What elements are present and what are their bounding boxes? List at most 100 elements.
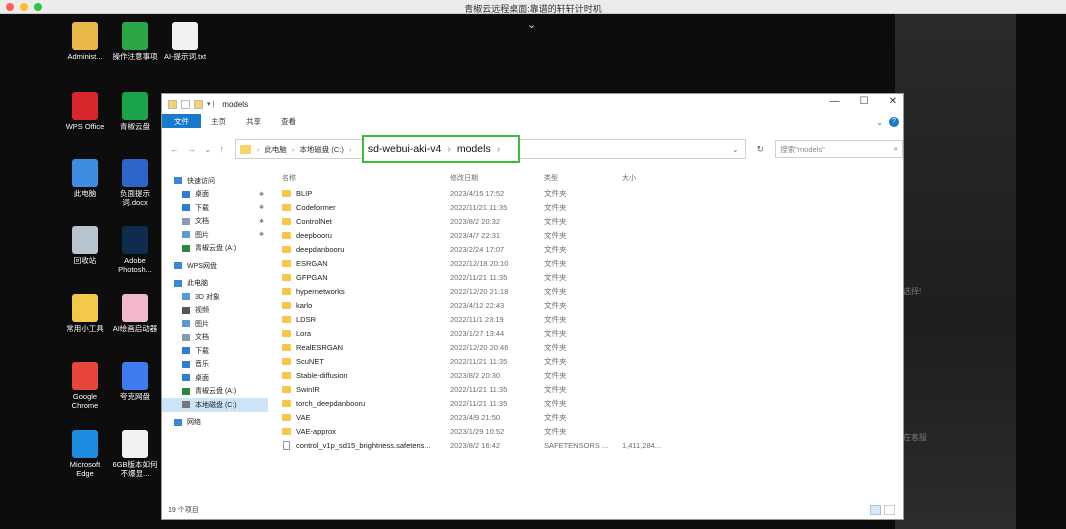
column-name-header[interactable]: 名称 — [278, 173, 450, 183]
table-row[interactable]: karlo 2023/4/12 22:43 文件夹 — [278, 298, 903, 312]
close-button[interactable]: ✕ — [889, 96, 897, 107]
table-row[interactable]: VAE-approx 2023/1/29 10:52 文件夹 — [278, 424, 903, 438]
desktop-icon-wps-office[interactable]: WPS Office — [60, 92, 110, 131]
nav-item[interactable]: 青椒云盘 (A:) — [162, 385, 268, 399]
breadcrumb-models[interactable]: models — [457, 143, 491, 155]
search-input[interactable]: 搜索"models" ⌕ — [775, 140, 903, 158]
table-row[interactable]: ControlNet 2023/8/2 20:32 文件夹 — [278, 214, 903, 228]
column-date-header[interactable]: 修改日期 — [450, 173, 544, 183]
desktop-icon-common-tools[interactable]: 常用小工具 — [60, 294, 110, 333]
new-folder-icon[interactable] — [194, 99, 203, 109]
desktop-icon-administrator[interactable]: Administ... — [60, 22, 110, 61]
table-row[interactable]: ESRGAN 2022/12/18 20:10 文件夹 — [278, 256, 903, 270]
ribbon-right-controls: ⌄ ? — [876, 117, 899, 127]
nav-item[interactable]: 下载 — [162, 344, 268, 358]
nav-item[interactable]: 青椒云盘 (A:) — [162, 242, 268, 256]
table-row[interactable]: BLIP 2023/4/15 17:52 文件夹 — [278, 186, 903, 200]
help-icon[interactable]: ? — [889, 117, 899, 127]
nav-item[interactable]: 3D 对象 — [162, 290, 268, 304]
nav-item[interactable]: 下载 ✱ — [162, 201, 268, 215]
file-name: BLIP — [296, 188, 313, 198]
desktop-icon-recycle-bin[interactable]: 回收站 — [60, 226, 110, 265]
column-size-header[interactable]: 大小 — [622, 173, 702, 183]
desktop-icon-neg-prompt-docx[interactable]: 负面提示词.docx — [110, 159, 160, 207]
table-row[interactable]: torch_deepdanbooru 2022/11/21 11:35 文件夹 — [278, 396, 903, 410]
customize-toolbar-icon[interactable]: ▾ | — [207, 100, 214, 108]
table-row[interactable]: Codeformer 2022/11/21 11:35 文件夹 — [278, 200, 903, 214]
file-date: 2023/1/29 10:52 — [450, 426, 505, 436]
breadcrumb-sd-webui[interactable]: sd-webui-aki-v4 — [368, 143, 442, 155]
nav-item[interactable]: 网络 — [162, 416, 268, 430]
file-name-cell: deepdanbooru — [278, 245, 450, 254]
details-view-icon[interactable] — [870, 505, 881, 515]
nav-icon — [182, 320, 190, 328]
nav-item[interactable]: 视频 — [162, 304, 268, 318]
chevron-down-icon[interactable]: ⌄ — [527, 18, 536, 31]
large-icons-view-icon[interactable] — [884, 505, 895, 515]
separator-chevron-icon[interactable]: › — [257, 145, 260, 154]
table-row[interactable]: SwinIR 2022/11/21 11:35 文件夹 — [278, 382, 903, 396]
nav-item[interactable]: 桌面 — [162, 371, 268, 385]
kuake-disk-icon — [122, 362, 148, 390]
pin-icon: ✱ — [258, 205, 264, 212]
table-row[interactable]: Stable-diffusion 2023/8/2 20:30 文件夹 — [278, 368, 903, 382]
table-row[interactable]: deepbooru 2023/4/7 22:31 文件夹 — [278, 228, 903, 242]
tab-view[interactable]: 查看 — [271, 114, 306, 128]
separator-chevron-icon[interactable]: › — [447, 143, 451, 155]
desktop-icon-6gb-doc[interactable]: 6GB版本如何不爆显... — [110, 430, 160, 478]
desktop-icon-google-chrome[interactable]: Google Chrome — [60, 362, 110, 410]
separator-chevron-icon[interactable]: › — [349, 145, 352, 154]
nav-item[interactable]: 图片 — [162, 317, 268, 331]
desktop-icon-notice-doc[interactable]: 操作注意事项 — [110, 22, 160, 61]
recent-chevron-icon[interactable]: ⌄ — [204, 144, 212, 155]
folder-icon — [282, 231, 291, 239]
tab-share[interactable]: 共享 — [236, 114, 271, 128]
table-row[interactable]: RealESRGAN 2022/12/20 20:46 文件夹 — [278, 340, 903, 354]
breadcrumb-this-pc[interactable]: 此电脑 — [264, 144, 287, 155]
table-row[interactable]: deepdanbooru 2023/2/24 17:07 文件夹 — [278, 242, 903, 256]
desktop-icon-prompt-txt[interactable]: AI-提示词.txt — [160, 22, 210, 61]
file-name-cell: SwinIR — [278, 385, 450, 394]
desktop-icon-ai-launcher[interactable]: AI绘画启动器 — [110, 294, 160, 333]
nav-item[interactable]: 图片 ✱ — [162, 228, 268, 242]
up-arrow-icon[interactable]: ↑ — [220, 144, 225, 155]
table-row[interactable]: LDSR 2022/11/1 23:19 文件夹 — [278, 312, 903, 326]
maximize-button[interactable]: ☐ — [860, 96, 869, 107]
refresh-icon[interactable]: ↻ — [752, 144, 770, 155]
breadcrumb-drive[interactable]: 本地磁盘 (C:) — [299, 144, 344, 155]
desktop-icon-qingjiao-disk[interactable]: 青椒云盘 — [110, 92, 160, 131]
separator-chevron-icon[interactable]: › — [292, 145, 295, 154]
expand-ribbon-icon[interactable]: ⌄ — [876, 118, 883, 127]
desktop-icon-microsoft-edge[interactable]: Microsoft Edge — [60, 430, 110, 478]
nav-item[interactable]: 快速访问 — [162, 174, 268, 188]
table-row[interactable]: VAE 2023/4/9 21:50 文件夹 — [278, 410, 903, 424]
table-row[interactable]: control_v1p_sd15_brightness.safetens... 2… — [278, 438, 903, 452]
forward-arrow-icon[interactable]: → — [187, 144, 196, 155]
table-row[interactable]: GFPGAN 2022/11/21 11:35 文件夹 — [278, 270, 903, 284]
desktop-icon-adobe-photoshop[interactable]: Adobe Photosh... — [110, 226, 160, 274]
table-row[interactable]: Lora 2023/1/27 13:44 文件夹 — [278, 326, 903, 340]
nav-item[interactable]: 文档 — [162, 331, 268, 345]
table-row[interactable]: hypernetworks 2022/12/20 21:18 文件夹 — [278, 284, 903, 298]
nav-item[interactable]: 此电脑 — [162, 277, 268, 291]
table-row[interactable]: ScuNET 2022/11/21 11:35 文件夹 — [278, 354, 903, 368]
nav-item[interactable]: 本地磁盘 (C:) — [162, 398, 268, 412]
file-name: torch_deepdanbooru — [296, 398, 366, 408]
address-dropdown-icon[interactable]: ⌄ — [732, 145, 739, 154]
nav-item[interactable]: 文档 ✱ — [162, 215, 268, 229]
address-bar[interactable]: › 此电脑 › 本地磁盘 (C:) › sd-webui-aki-v4 › mo… — [234, 135, 746, 163]
6gb-doc-icon — [122, 430, 148, 458]
nav-item[interactable]: 音乐 — [162, 358, 268, 372]
pin-icon: ✱ — [258, 218, 264, 225]
separator-chevron-icon[interactable]: › — [497, 143, 501, 155]
properties-icon[interactable] — [181, 99, 190, 109]
tab-home[interactable]: 主页 — [201, 114, 236, 128]
desktop-icon-kuake-disk[interactable]: 夸克网盘 — [110, 362, 160, 401]
column-type-header[interactable]: 类型 — [544, 173, 622, 183]
nav-item[interactable]: 桌面 ✱ — [162, 188, 268, 202]
desktop-icon-this-pc[interactable]: 此电脑 — [60, 159, 110, 198]
minimize-button[interactable]: — — [830, 96, 840, 107]
back-arrow-icon[interactable]: ← — [170, 144, 179, 155]
nav-item[interactable]: WPS网盘 — [162, 259, 268, 273]
tab-file[interactable]: 文件 — [162, 114, 201, 128]
